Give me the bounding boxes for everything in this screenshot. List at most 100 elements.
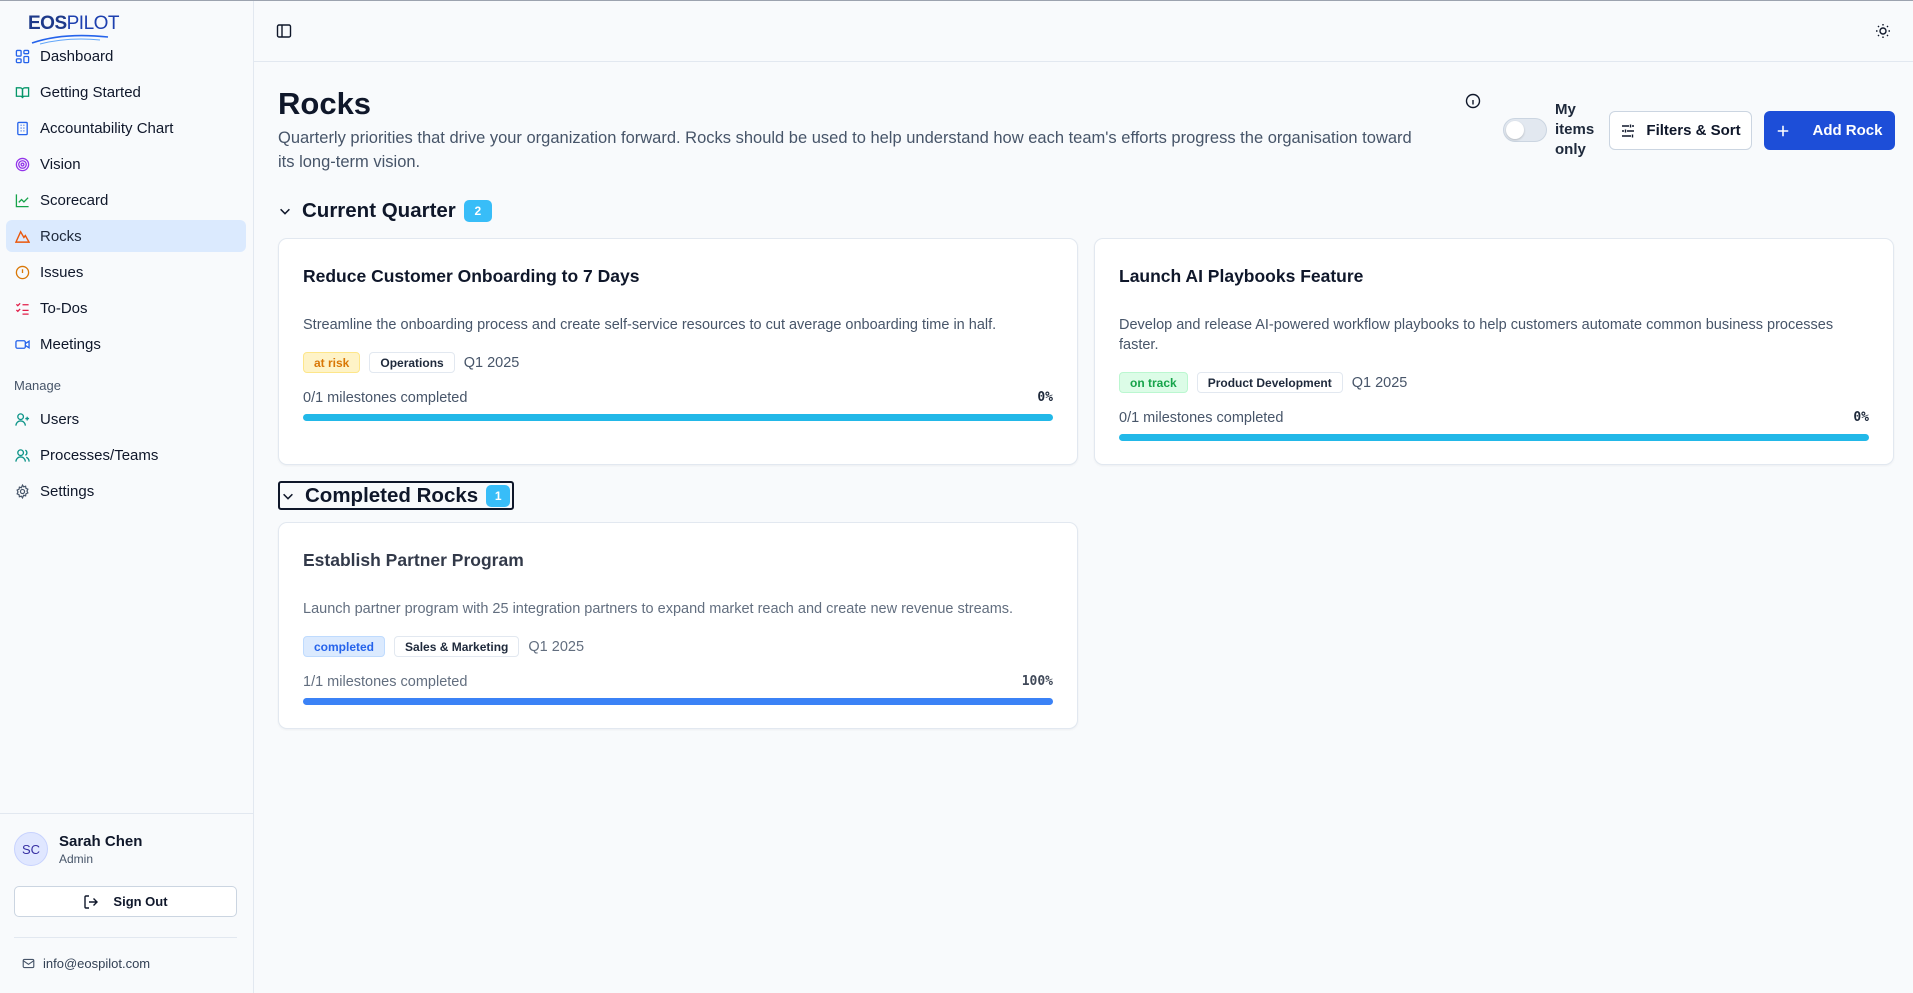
sidebar-item-rocks[interactable]: Rocks: [6, 220, 246, 252]
page-title: Rocks: [278, 86, 372, 121]
book-open-icon: [14, 84, 30, 100]
completed-rocks-section-toggle[interactable]: Completed Rocks 1: [278, 481, 515, 510]
mail-icon: [22, 958, 35, 969]
rock-card[interactable]: Establish Partner Program Launch partner…: [278, 522, 1078, 729]
sidebar-divider: [14, 937, 237, 938]
section-title: Current Quarter: [302, 199, 456, 222]
milestone-text: 0/1 milestones completed: [1119, 410, 1284, 426]
sign-out-label: Sign Out: [113, 894, 168, 909]
sidebar-item-accountability-chart[interactable]: Accountability Chart: [6, 112, 246, 144]
rock-tags: completed Sales & Marketing Q1 2025: [303, 636, 584, 657]
sign-out-button[interactable]: Sign Out: [14, 886, 237, 917]
user-name: Sarah Chen: [59, 832, 143, 850]
rock-title: Reduce Customer Onboarding to 7 Days: [303, 266, 640, 286]
sidebar-item-vision[interactable]: Vision: [6, 148, 246, 180]
sidebar-item-scorecard[interactable]: Scorecard: [6, 184, 246, 216]
quarter-label: Q1 2025: [1351, 374, 1408, 391]
avatar: SC: [14, 832, 48, 866]
status-badge: on track: [1119, 372, 1188, 393]
status-badge: at risk: [303, 352, 361, 373]
sidebar-item-processes-teams[interactable]: Processes/Teams: [6, 439, 246, 471]
sidebar-nav: Dashboard Getting Started Accountability…: [6, 40, 246, 511]
section-title: Completed Rocks: [305, 483, 479, 507]
status-badge: completed: [303, 636, 386, 657]
rock-card[interactable]: Reduce Customer Onboarding to 7 Days Str…: [278, 238, 1078, 465]
user-plus-icon: [14, 411, 30, 427]
current-quarter-section-toggle[interactable]: Current Quarter 2: [278, 196, 492, 226]
milestone-text: 1/1 milestones completed: [303, 674, 468, 690]
list-todo-icon: [14, 300, 30, 316]
rock-tags: on track Product Development Q1 2025: [1119, 372, 1407, 393]
sidebar-item-issues[interactable]: Issues: [6, 256, 246, 288]
user-panel: SC Sarah Chen Admin Sign Out info@eospil…: [0, 813, 254, 971]
rock-title: Establish Partner Program: [303, 550, 524, 570]
dashboard-icon: [14, 48, 30, 64]
count-badge: 1: [486, 484, 511, 507]
sidebar-item-label: Scorecard: [40, 191, 109, 209]
rock-title: Launch AI Playbooks Feature: [1119, 266, 1364, 286]
video-icon: [14, 336, 30, 352]
sliders-icon: [1622, 124, 1635, 137]
user-info: Sarah Chen Admin: [59, 833, 142, 866]
user-profile[interactable]: SC Sarah Chen Admin: [14, 832, 240, 866]
sidebar-item-label: To-Dos: [40, 299, 88, 317]
milestone-summary: 1/1 milestones completed 100%: [303, 674, 1053, 690]
sidebar-item-label: Vision: [40, 155, 81, 173]
progress-bar: [303, 414, 1053, 421]
top-header: [254, 1, 1913, 62]
add-rock-label: Add Rock: [1812, 122, 1883, 139]
progress-percent: 0%: [1037, 390, 1053, 405]
page-description: Quarterly priorities that drive your org…: [278, 129, 1412, 171]
rock-description: Launch partner program with 25 integrati…: [303, 601, 1014, 617]
progress-bar: [303, 698, 1053, 705]
rock-description: Streamline the onboarding process and cr…: [303, 317, 997, 333]
progress-percent: 100%: [1021, 674, 1053, 689]
sidebar-section-manage: Manage: [14, 378, 61, 393]
team-badge: Operations: [369, 352, 455, 373]
sidebar-item-users[interactable]: Users: [6, 403, 246, 435]
sidebar-item-getting-started[interactable]: Getting Started: [6, 76, 246, 108]
rock-card[interactable]: Launch AI Playbooks Feature Develop and …: [1094, 238, 1894, 465]
filters-sort-button[interactable]: Filters & Sort: [1609, 111, 1752, 150]
sidebar-item-dashboard[interactable]: Dashboard: [6, 40, 246, 72]
sidebar-item-label: Dashboard: [40, 47, 114, 65]
my-items-toggle[interactable]: [1503, 118, 1547, 142]
progress-percent: 0%: [1853, 410, 1869, 425]
rock-description: Develop and release AI-powered workflow …: [1119, 317, 1834, 353]
theme-toggle-sun-icon[interactable]: [1875, 23, 1891, 44]
building-icon: [14, 120, 30, 136]
sidebar-item-label: Meetings: [40, 335, 101, 353]
sidebar-item-label: Processes/Teams: [40, 446, 159, 464]
milestone-summary: 0/1 milestones completed 0%: [1119, 410, 1869, 426]
users-icon: [14, 447, 30, 463]
sidebar: EOSPILOT Dashboard Getting Started Accou…: [0, 1, 254, 993]
sidebar-item-todos[interactable]: To-Dos: [6, 292, 246, 324]
alert-circle-icon: [14, 264, 30, 280]
quarter-label: Q1 2025: [528, 638, 585, 655]
sidebar-item-label: Rocks: [40, 227, 82, 245]
gear-icon: [14, 483, 30, 499]
my-items-label: My items only: [1555, 101, 1595, 158]
info-icon[interactable]: [1465, 93, 1481, 114]
line-chart-icon: [14, 192, 30, 208]
sidebar-item-meetings[interactable]: Meetings: [6, 328, 246, 360]
sidebar-toggle-icon[interactable]: [276, 23, 292, 44]
sidebar-item-label: Settings: [40, 482, 95, 500]
add-rock-button[interactable]: Add Rock: [1764, 111, 1895, 150]
progress-bar: [1119, 434, 1869, 441]
log-out-icon: [84, 894, 99, 909]
milestone-text: 0/1 milestones completed: [303, 390, 468, 406]
support-email-text: info@eospilot.com: [43, 956, 151, 971]
sidebar-item-settings[interactable]: Settings: [6, 475, 246, 507]
quarter-label: Q1 2025: [463, 354, 520, 371]
mountain-icon: [14, 228, 30, 244]
target-icon: [14, 156, 30, 172]
sidebar-item-label: Getting Started: [40, 83, 141, 101]
sidebar-item-label: Users: [40, 410, 80, 428]
rock-tags: at risk Operations Q1 2025: [303, 352, 519, 373]
sidebar-item-label: Issues: [40, 263, 84, 281]
team-badge: Sales & Marketing: [394, 636, 520, 657]
filters-sort-label: Filters & Sort: [1646, 122, 1741, 139]
support-email[interactable]: info@eospilot.com: [14, 956, 240, 971]
count-badge: 2: [463, 200, 492, 222]
